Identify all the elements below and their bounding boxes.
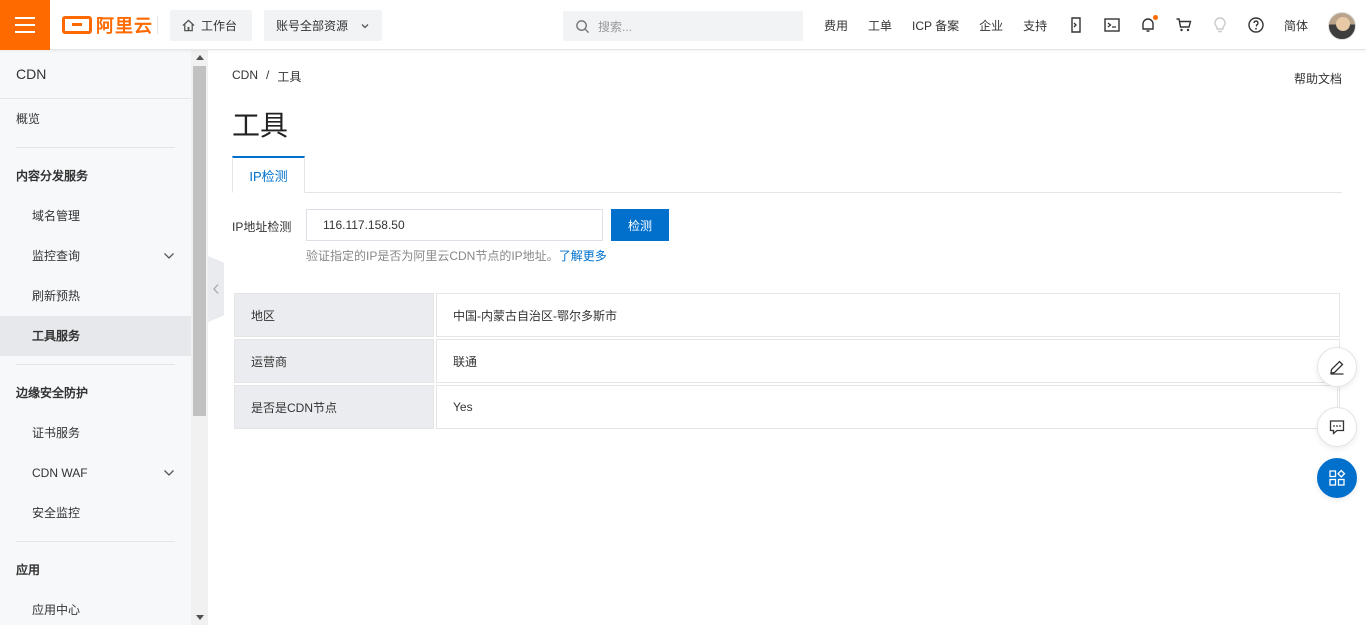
sidebar-item-label: 安全监控 [32,506,81,520]
chevron-down-icon [164,253,174,259]
logo-divider [157,16,158,34]
sidebar-item-refresh-preload[interactable]: 刷新预热 [0,276,191,316]
pencil-icon [1330,360,1344,375]
bell-icon[interactable] [1138,15,1158,35]
cloudshell-icon[interactable] [1066,15,1086,35]
breadcrumb-separator: / [266,68,270,82]
top-nav-links: 费用 工单 ICP 备案 企业 支持 [824,0,1067,50]
learn-more-link[interactable]: 了解更多 [559,249,607,263]
result-key-isp: 运营商 [234,339,434,383]
sidebar: CDN 概览 内容分发服务 域名管理 监控查询 刷新预热 工具服务 边缘安全防护… [0,50,191,625]
sidebar-item-app-center[interactable]: 应用中心 [0,590,191,625]
hint-description: 验证指定的IP是否为阿里云CDN节点的IP地址。 [306,249,559,263]
sidebar-item-label: 工具服务 [32,329,81,343]
sidebar-divider [16,147,175,148]
scroll-up-arrow-icon[interactable] [196,55,204,60]
page-title: 工具 [232,110,289,141]
nav-link-billing[interactable]: 费用 [824,17,848,34]
edit-feedback-button[interactable] [1317,347,1357,387]
ip-field-label: IP地址检测 [232,220,292,234]
nav-link-tickets[interactable]: 工单 [868,17,892,34]
hamburger-menu-button[interactable] [0,0,50,50]
sidebar-item-label: 证书服务 [32,426,81,440]
sidebar-item-certificates[interactable]: 证书服务 [0,413,191,453]
breadcrumb-current: 工具 [277,70,302,84]
notification-dot [1153,15,1158,20]
sidebar-title: CDN [0,50,191,99]
chevron-left-icon [213,284,219,294]
search-icon [576,19,590,33]
chevron-down-icon [361,23,369,28]
tab-bar: IP检测 [232,156,1342,193]
result-table: 地区 中国-内蒙古自治区-鄂尔多斯市 运营商 联通 是否是CDN节点 Yes [234,293,1340,431]
global-search-input[interactable]: 搜索... [563,11,803,41]
language-switch[interactable]: 简体 [1284,17,1308,34]
aliyun-logo[interactable]: 阿里云 [62,14,153,36]
sidebar-item-label: 应用中心 [32,603,81,617]
search-placeholder: 搜索... [598,19,633,34]
hint-text: 验证指定的IP是否为阿里云CDN节点的IP地址。了解更多 [306,247,607,264]
terminal-icon[interactable] [1102,15,1122,35]
sidebar-item-cdn-waf[interactable]: CDN WAF [0,453,191,493]
home-icon [182,19,195,32]
chevron-down-icon [164,470,174,476]
workbench-button[interactable]: 工作台 [170,10,252,41]
sidebar-collapse-toggle[interactable] [208,256,224,322]
workbench-label: 工作台 [201,19,238,33]
table-row: 运营商 联通 [234,339,1340,383]
aliyun-logo-icon [62,16,92,34]
result-key-is-cdn-node: 是否是CDN节点 [234,385,434,429]
float-connector [1337,388,1338,408]
help-doc-link[interactable]: 帮助文档 [1294,70,1342,87]
lightbulb-icon[interactable] [1210,15,1230,35]
apps-button[interactable] [1317,458,1357,498]
sidebar-item-label: 刷新预热 [32,289,81,303]
sidebar-divider [16,541,175,542]
detect-button[interactable]: 检测 [611,209,669,241]
table-row: 是否是CDN节点 Yes [234,385,1340,429]
nav-link-enterprise[interactable]: 企业 [979,17,1003,34]
chat-icon [1329,420,1345,435]
breadcrumb: CDN / 工具 [232,68,301,85]
result-value-is-cdn-node: Yes [436,385,1340,429]
sidebar-group-edge-security: 边缘安全防护 [16,386,89,400]
sidebar-item-label: CDN WAF [32,466,88,480]
scrollbar-thumb[interactable] [193,66,206,416]
sidebar-scrollbar[interactable] [191,50,208,625]
sidebar-item-label: 域名管理 [32,209,81,223]
resources-label: 账号全部资源 [276,19,349,33]
logo-text: 阿里云 [96,16,153,36]
menu-icon-line [15,31,35,33]
sidebar-item-tools[interactable]: 工具服务 [0,316,191,356]
menu-icon-line [15,24,35,26]
menu-icon-line [15,17,35,19]
apps-grid-icon [1329,469,1346,486]
cart-icon[interactable] [1174,15,1194,35]
scroll-down-arrow-icon[interactable] [196,615,204,620]
result-value-isp: 联通 [436,339,1340,383]
table-row: 地区 中国-内蒙古自治区-鄂尔多斯市 [234,293,1340,337]
sidebar-item-label: 监控查询 [32,249,81,263]
chat-button[interactable] [1317,407,1357,447]
sidebar-item-overview[interactable]: 概览 [0,99,191,139]
result-value-region: 中国-内蒙古自治区-鄂尔多斯市 [436,293,1340,337]
sidebar-item-domain-management[interactable]: 域名管理 [0,196,191,236]
resources-dropdown[interactable]: 账号全部资源 [264,10,382,41]
ip-address-input[interactable] [306,209,603,241]
sidebar-group-apps: 应用 [16,563,41,577]
breadcrumb-cdn[interactable]: CDN [232,68,258,85]
help-icon[interactable] [1246,15,1266,35]
sidebar-divider [16,364,175,365]
nav-link-icp[interactable]: ICP 备案 [912,17,959,34]
sidebar-item-monitoring[interactable]: 监控查询 [0,236,191,276]
user-avatar[interactable] [1328,12,1356,40]
sidebar-group-content-delivery: 内容分发服务 [16,169,89,183]
tab-ip-check[interactable]: IP检测 [232,156,305,193]
sidebar-item-security-monitor[interactable]: 安全监控 [0,493,191,533]
result-key-region: 地区 [234,293,434,337]
top-bar: 阿里云 工作台 账号全部资源 搜索... 费用 工单 ICP 备案 企业 支持 [0,0,1366,50]
nav-link-support[interactable]: 支持 [1023,17,1047,34]
